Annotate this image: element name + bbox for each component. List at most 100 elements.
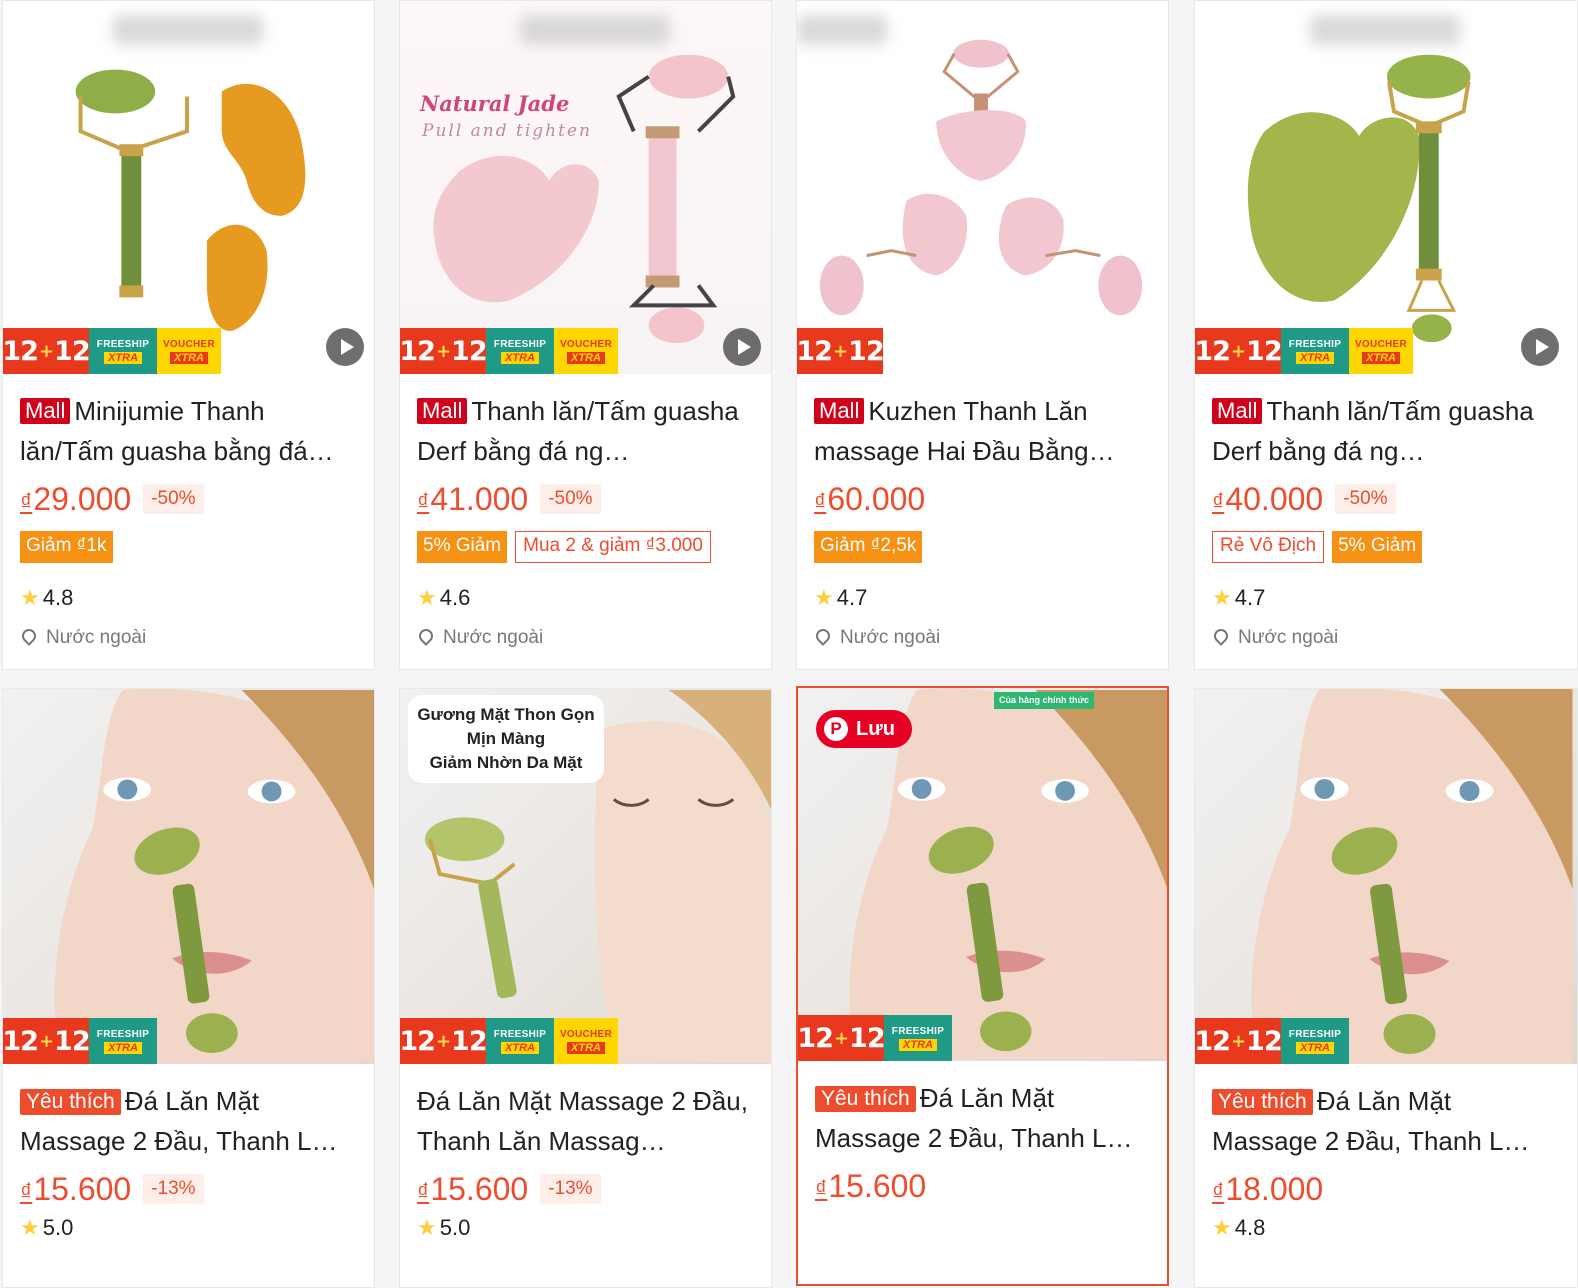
rose-quartz-roller-set-photo <box>819 39 1143 316</box>
product-title[interactable]: Yêu thích Đá Lăn Mặt Massage 2 Đầu, Thanh… <box>20 1081 357 1161</box>
play-video-icon[interactable] <box>723 328 761 366</box>
product-card[interactable]: Của hàng chính thức P Lưu 12 +12 FREESHIP X… <box>796 686 1169 1286</box>
promo-1212-icon: 12 +12 <box>3 328 91 374</box>
product-title[interactable]: Mall Minijumie Thanh lăn/Tấm guasha bằng … <box>20 391 357 471</box>
discount-badge: -50% <box>143 484 204 514</box>
rating: ★ 5.0 <box>417 1215 471 1240</box>
promo-banner: 12 +12 FREESHIP XTRA <box>1195 1018 1349 1064</box>
promo-1212-icon: 12 +12 <box>798 1015 886 1061</box>
location-pin-icon <box>19 626 39 646</box>
voucher-tag: Giảm ₫2,5k <box>814 531 923 563</box>
discount-badge: -13% <box>540 1174 601 1204</box>
product-image[interactable]: 12 +12 FREESHIP XTRA VOUCHER XTRA <box>3 1 374 374</box>
pinterest-icon: P <box>824 717 848 741</box>
product-image[interactable]: Gương Mặt Thon Gọn Mịn Màng Giảm Nhờn Da… <box>400 689 771 1064</box>
product-price: ₫15.600 <box>20 1170 132 1207</box>
rose-quartz-photo <box>433 54 736 344</box>
product-card[interactable]: Gương Mặt Thon Gọn Mịn Màng Giảm Nhờn Da… <box>399 688 772 1288</box>
product-title[interactable]: Mall Thanh lăn/Tấm guasha Derf bằng đá ng… <box>1212 391 1560 471</box>
product-image[interactable]: 12 +12 <box>797 1 1168 374</box>
product-card[interactable]: 12 +12 FREESHIP XTRA Yêu thích Đá Lăn Mặt M… <box>1194 688 1578 1288</box>
model-face-photo <box>54 689 374 1063</box>
product-title[interactable]: Mall Thanh lăn/Tấm guasha Derf bằng đá ng… <box>417 391 754 471</box>
product-image[interactable]: Của hàng chính thức P Lưu 12 +12 FREESHIP X… <box>798 688 1167 1061</box>
product-card[interactable]: 12 +12 FREESHIP XTRA VOUCHER XTRA Mall Minij… <box>2 0 375 670</box>
location-pin-icon <box>416 626 436 646</box>
voucher-tag: 5% Giảm <box>1332 531 1423 563</box>
best-price-tag: Rẻ Vô Địch <box>1212 531 1325 563</box>
rating: ★ 4.7 <box>814 585 868 610</box>
product-price: ₫29.000 <box>20 480 132 517</box>
product-price: ₫18.000 <box>1212 1170 1324 1207</box>
promo-1212-icon: 12 +12 <box>400 328 488 374</box>
discount-badge: -50% <box>540 484 601 514</box>
promo-1212-icon: 12 +12 <box>797 328 885 374</box>
promo-1212-icon: 12 +12 <box>3 1018 91 1064</box>
image-caption: Gương Mặt Thon Gọn Mịn Màng Giảm Nhờn Da… <box>408 695 604 783</box>
play-video-icon[interactable] <box>1521 328 1559 366</box>
play-video-icon[interactable] <box>326 328 364 366</box>
mall-badge: Mall <box>20 398 71 424</box>
product-card[interactable]: Natural Jade Pull and tighten 12 +12 FREE… <box>399 0 772 670</box>
discount-badge: -13% <box>143 1174 204 1204</box>
product-image[interactable]: 12 +12 FREESHIP XTRA <box>1195 689 1577 1064</box>
bundle-deal-tag: Mua 2 & giảm ₫3.000 <box>515 531 711 563</box>
product-card[interactable]: 12 +12 FREESHIP XTRA Yêu thích Đá Lăn Mặt M… <box>2 688 375 1288</box>
product-title[interactable]: Yêu thích Đá Lăn Mặt Massage 2 Đầu, Thanh… <box>1212 1081 1560 1161</box>
voucher-tag: Giảm ₫1k <box>20 531 113 563</box>
favorite-badge: Yêu thích <box>815 1086 916 1112</box>
product-price: ₫60.000 <box>814 480 926 517</box>
mall-badge: Mall <box>814 398 865 424</box>
rating: ★ 4.6 <box>417 585 471 610</box>
model-face-photo <box>1251 689 1573 1064</box>
star-icon: ★ <box>1212 1215 1232 1240</box>
product-image[interactable]: 12 +12 FREESHIP XTRA <box>3 689 374 1064</box>
product-price: ₫15.600 <box>815 1167 927 1204</box>
promo-banner: 12 +12 FREESHIP XTRA <box>798 1015 952 1061</box>
promo-banner: 12 +12 FREESHIP XTRA VOUCHER XTRA <box>400 328 618 374</box>
pinterest-save-button[interactable]: P Lưu <box>816 710 912 748</box>
promo-banner: 12 +12 FREESHIP XTRA <box>3 1018 157 1064</box>
location: Nước ngoài <box>416 625 754 651</box>
location: Nước ngoài <box>813 625 1151 651</box>
location: Nước ngoài <box>19 625 357 651</box>
star-icon: ★ <box>20 1215 40 1240</box>
mall-badge: Mall <box>1212 398 1263 424</box>
rating: ★ 4.7 <box>1212 585 1266 610</box>
star-icon: ★ <box>1212 585 1232 610</box>
promo-1212-icon: 12 +12 <box>1195 328 1283 374</box>
promo-banner: 12 +12 FREESHIP XTRA VOUCHER XTRA <box>400 1018 618 1064</box>
promo-banner: 12 +12 FREESHIP XTRA VOUCHER XTRA <box>1195 328 1413 374</box>
rating: ★ 4.8 <box>1212 1215 1266 1240</box>
product-title[interactable]: Yêu thích Đá Lăn Mặt Massage 2 Đầu, Thanh… <box>815 1078 1150 1158</box>
star-icon: ★ <box>20 585 40 610</box>
favorite-badge: Yêu thích <box>1212 1089 1313 1115</box>
product-title[interactable]: Đá Lăn Mặt Massage 2 Đầu, Thanh Lăn Mass… <box>417 1081 754 1161</box>
location-pin-icon <box>813 626 833 646</box>
location-pin-icon <box>1211 626 1231 646</box>
product-price: ₫15.600 <box>417 1170 529 1207</box>
product-image[interactable]: Natural Jade Pull and tighten 12 +12 FREE… <box>400 1 771 374</box>
product-card[interactable]: 12 +12 Mall Kuzhen Thanh Lăn massage Hai Đ… <box>796 0 1169 670</box>
promo-1212-icon: 12 +12 <box>1195 1018 1283 1064</box>
official-store-badge: Của hàng chính thức <box>994 692 1095 709</box>
promo-banner: 12 +12 <box>797 328 885 374</box>
product-price: ₫41.000 <box>417 480 529 517</box>
favorite-badge: Yêu thích <box>20 1089 121 1115</box>
mall-badge: Mall <box>417 398 468 424</box>
promo-banner: 12 +12 FREESHIP XTRA VOUCHER XTRA <box>3 328 221 374</box>
jade-guasha-photo <box>1247 54 1471 343</box>
product-price: ₫40.000 <box>1212 480 1324 517</box>
discount-badge: -50% <box>1335 484 1396 514</box>
product-image[interactable]: 12 +12 FREESHIP XTRA VOUCHER XTRA <box>1195 1 1577 374</box>
rating: ★ 5.0 <box>20 1215 74 1240</box>
rating: ★ 4.8 <box>20 585 74 610</box>
star-icon: ★ <box>417 1215 437 1240</box>
jade-roller-photo <box>75 69 306 331</box>
star-icon: ★ <box>814 585 834 610</box>
voucher-tag: 5% Giảm <box>417 531 508 563</box>
product-card[interactable]: 12 +12 FREESHIP XTRA VOUCHER XTRA Mall Thanh… <box>1194 0 1578 670</box>
product-title[interactable]: Mall Kuzhen Thanh Lăn massage Hai Đầu Bằn… <box>814 391 1151 471</box>
location: Nước ngoài <box>1211 625 1560 651</box>
promo-1212-icon: 12 +12 <box>400 1018 488 1064</box>
